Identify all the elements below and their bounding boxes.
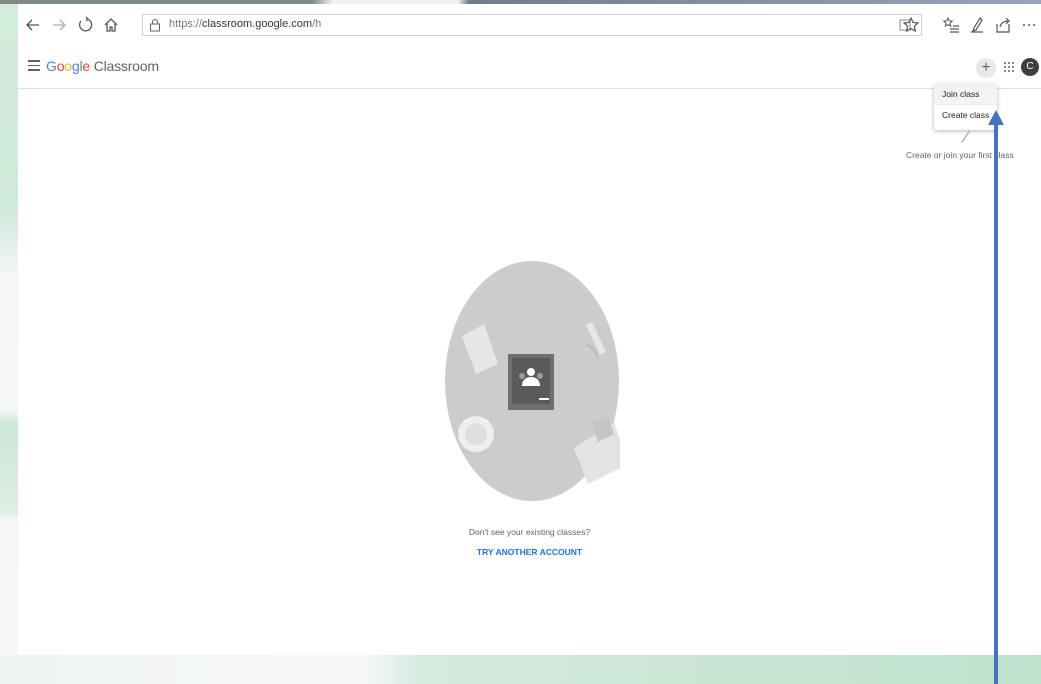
join-class-menu-item[interactable]: Join class — [934, 84, 997, 104]
browser-toolbar: https://classroom.google.com/h — [18, 4, 1041, 46]
try-another-account-link[interactable]: TRY ANOTHER ACCOUNT — [18, 547, 1041, 557]
slide-background-bottom — [0, 655, 1041, 684]
lock-icon — [150, 19, 160, 32]
app-header: Google Classroom + C — [18, 48, 1041, 89]
share-icon[interactable] — [992, 14, 1014, 36]
favorite-star-icon[interactable] — [900, 14, 922, 36]
empty-state-illustration — [445, 261, 620, 501]
url-text: https://classroom.google.com/h — [169, 18, 322, 30]
apps-grid-icon[interactable] — [1003, 61, 1015, 73]
forward-icon[interactable] — [48, 14, 70, 36]
hint-pointer-line — [960, 131, 970, 144]
address-bar[interactable]: https://classroom.google.com/h — [142, 14, 922, 36]
avatar[interactable]: C — [1021, 58, 1039, 76]
home-icon[interactable] — [100, 14, 122, 36]
pen-notes-icon[interactable] — [966, 14, 988, 36]
refresh-icon[interactable] — [74, 14, 96, 36]
annotation-arrow — [988, 110, 1004, 684]
more-icon[interactable] — [1018, 14, 1040, 36]
create-join-plus-button[interactable]: + — [976, 58, 996, 78]
main-menu-icon[interactable] — [28, 60, 40, 71]
empty-state-message: Don't see your existing classes? — [468, 527, 591, 537]
favorites-list-icon[interactable] — [940, 14, 962, 36]
back-icon[interactable] — [22, 14, 44, 36]
slide-background-left — [0, 0, 18, 684]
browser-window: https://classroom.google.com/h Google Cl… — [18, 4, 1041, 655]
google-classroom-logo[interactable]: Google Classroom — [46, 58, 159, 74]
